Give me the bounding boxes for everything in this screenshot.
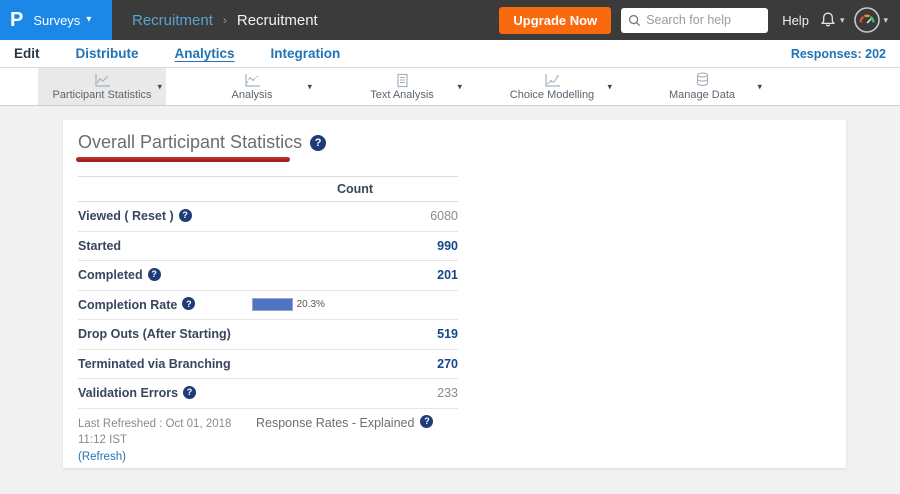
row-label: Validation Errors bbox=[78, 386, 179, 401]
topbar-right: Upgrade Now Help ▾ bbox=[499, 6, 900, 34]
search-icon bbox=[628, 14, 641, 27]
row-value: 270 bbox=[437, 356, 458, 371]
line-chart-icon bbox=[94, 73, 111, 88]
help-icon[interactable]: ? bbox=[182, 297, 196, 311]
row-value: 233 bbox=[437, 386, 458, 401]
table-header-row: Count bbox=[78, 176, 458, 202]
bell-icon bbox=[819, 11, 837, 29]
table-footer: Last Refreshed : Oct 01, 2018 11:12 IST … bbox=[78, 414, 508, 466]
help-icon[interactable]: ? bbox=[147, 267, 161, 281]
nav-tab-analytics[interactable]: Analytics bbox=[175, 46, 235, 61]
survey-nav: Edit Distribute Analytics Integration Re… bbox=[0, 40, 900, 68]
row-label: Completed bbox=[78, 268, 143, 283]
choice-chart-icon bbox=[544, 73, 561, 88]
toolbar-item-label: Choice Modelling bbox=[509, 88, 595, 101]
row-label: Completion Rate bbox=[78, 297, 178, 312]
toolbar-item-label: Text Analysis bbox=[370, 88, 434, 101]
refresh-link[interactable]: (Refresh) bbox=[78, 451, 126, 463]
toolbar-item-analysis[interactable]: Analysis ▾ bbox=[188, 68, 316, 105]
participant-statistics-panel: Overall Participant Statistics ? Count V… bbox=[63, 120, 846, 468]
table-row-completion-rate: Completion Rate ? 20.3% bbox=[78, 291, 458, 320]
toolbar-item-manage-data[interactable]: Manage Data ▾ bbox=[638, 68, 766, 105]
page-title: Overall Participant Statistics bbox=[78, 132, 303, 152]
help-icon[interactable]: ? bbox=[310, 134, 327, 151]
completion-bar-label: 20.3% bbox=[296, 299, 325, 311]
nav-tab-edit[interactable]: Edit bbox=[14, 46, 40, 61]
table-row-viewed: Viewed ( Reset ) ? 6080 bbox=[78, 202, 458, 232]
row-label: Started bbox=[78, 238, 122, 253]
table-row-validation-errors: Validation Errors ? 233 bbox=[78, 379, 458, 409]
breadcrumb: Recruitment › Recruitment bbox=[132, 12, 318, 29]
completion-bar-fill bbox=[252, 298, 293, 312]
upgrade-now-button[interactable]: Upgrade Now bbox=[499, 6, 612, 34]
last-refreshed-text: Last Refreshed : Oct 01, 2018 11:12 IST bbox=[78, 417, 232, 447]
row-label: Drop Outs (After Starting) bbox=[78, 327, 231, 342]
row-value: 201 bbox=[437, 268, 458, 283]
database-icon bbox=[695, 72, 710, 88]
nav-tab-distribute[interactable]: Distribute bbox=[76, 46, 139, 61]
logo-area: P Surveys ▾ bbox=[0, 0, 112, 40]
toolbar-item-participant-statistics[interactable]: Participant Statistics ▾ bbox=[38, 68, 166, 105]
row-value: 519 bbox=[437, 327, 458, 342]
toolbar-item-text-analysis[interactable]: Text Analysis ▾ bbox=[338, 68, 466, 105]
chevron-down-icon[interactable]: ▾ bbox=[607, 81, 612, 92]
chevron-down-icon[interactable]: ▾ bbox=[757, 81, 762, 92]
toolbar-item-choice-modelling[interactable]: Choice Modelling ▾ bbox=[488, 68, 616, 105]
help-icon[interactable]: ? bbox=[420, 414, 434, 428]
help-search-box[interactable] bbox=[621, 7, 769, 33]
chevron-down-icon[interactable]: ▾ bbox=[307, 81, 312, 92]
help-icon[interactable]: ? bbox=[178, 208, 192, 222]
toolbar-item-label: Manage Data bbox=[668, 88, 736, 101]
row-label: Terminated via Branching bbox=[78, 356, 231, 371]
breadcrumb-parent[interactable]: Recruitment bbox=[132, 12, 213, 29]
questionpro-logo[interactable]: P bbox=[10, 10, 23, 30]
avatar bbox=[854, 7, 881, 33]
search-input[interactable] bbox=[646, 13, 757, 27]
chevron-down-icon: ▾ bbox=[883, 14, 888, 25]
reset-link[interactable]: ( Reset ) bbox=[124, 209, 173, 223]
document-icon bbox=[395, 73, 410, 88]
responses-count[interactable]: Responses: 202 bbox=[791, 47, 886, 61]
chevron-down-icon: ▾ bbox=[86, 14, 92, 25]
account-menu[interactable]: ▾ bbox=[854, 7, 888, 33]
chevron-down-icon[interactable]: ▾ bbox=[157, 81, 162, 92]
help-link[interactable]: Help bbox=[782, 13, 809, 28]
toolbar-item-label: Participant Statistics bbox=[52, 88, 152, 101]
table-row-drop-outs: Drop Outs (After Starting) 519 bbox=[78, 320, 458, 350]
table-row-completed: Completed ? 201 bbox=[78, 261, 458, 291]
breadcrumb-separator: › bbox=[222, 13, 227, 27]
count-column-header: Count bbox=[336, 182, 374, 196]
toolbar-item-label: Analysis bbox=[231, 88, 273, 101]
statistics-table: Count Viewed ( Reset ) ? 6080 Started 99… bbox=[78, 176, 458, 409]
surveys-menu[interactable]: Surveys ▾ bbox=[33, 13, 91, 28]
chevron-down-icon[interactable]: ▾ bbox=[457, 81, 462, 92]
response-rates-explained-label: Response Rates - Explained bbox=[256, 415, 415, 430]
row-value: 990 bbox=[437, 238, 458, 253]
chevron-down-icon: ▾ bbox=[839, 14, 845, 25]
surveys-menu-label: Surveys bbox=[33, 12, 81, 28]
trend-chart-icon bbox=[244, 73, 261, 88]
row-value: 6080 bbox=[430, 209, 458, 224]
breadcrumb-current: Recruitment bbox=[236, 11, 318, 29]
table-row-started: Started 990 bbox=[78, 232, 458, 261]
nav-tab-integration[interactable]: Integration bbox=[271, 46, 341, 61]
notifications-menu[interactable]: ▾ bbox=[819, 11, 845, 29]
main-content: Overall Participant Statistics ? Count V… bbox=[0, 106, 900, 494]
analytics-toolbar: Participant Statistics ▾ Analysis ▾ Text… bbox=[0, 68, 900, 106]
help-icon[interactable]: ? bbox=[183, 385, 197, 399]
top-bar: P Surveys ▾ Recruitment › Recruitment Up… bbox=[0, 0, 900, 40]
row-label: Viewed bbox=[78, 209, 121, 224]
red-annotation-underline bbox=[76, 157, 290, 162]
table-row-terminated: Terminated via Branching 270 bbox=[78, 350, 458, 379]
